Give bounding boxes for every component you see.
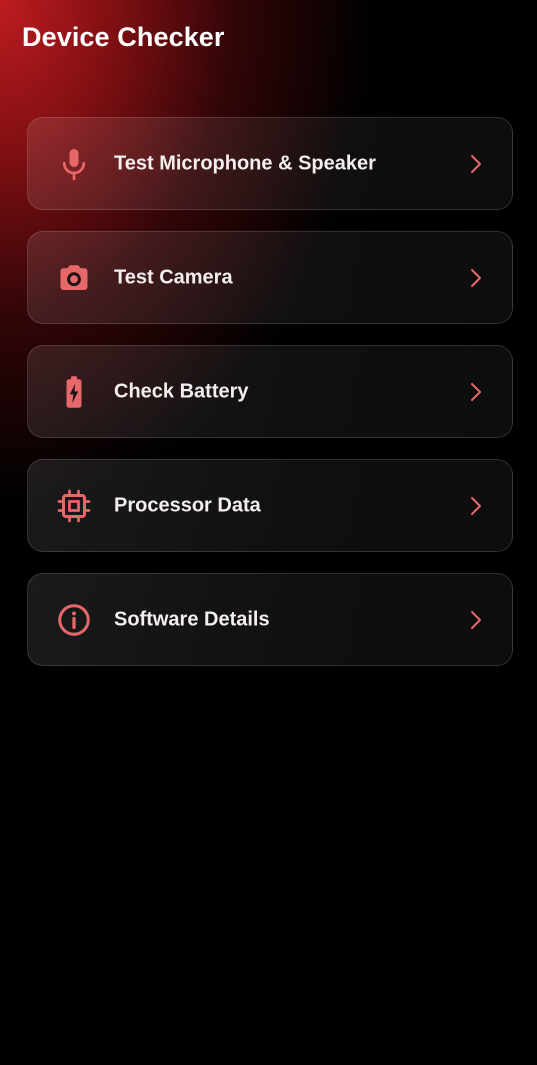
menu-item-label: Processor Data — [114, 494, 261, 516]
menu-item-label: Test Camera — [114, 266, 233, 288]
chevron-right-icon — [468, 381, 484, 403]
menu-item-check-battery[interactable]: Check Battery — [27, 345, 513, 438]
menu-item-test-microphone-speaker[interactable]: Test Microphone & Speaker — [27, 117, 513, 210]
camera-icon — [56, 260, 92, 296]
menu-item-label: Check Battery — [114, 380, 249, 402]
info-icon — [56, 602, 92, 638]
menu-item-processor-data[interactable]: Processor Data — [27, 459, 513, 552]
chevron-right-icon — [468, 609, 484, 631]
menu-item-label: Software Details — [114, 608, 270, 630]
processor-icon — [56, 488, 92, 524]
battery-icon — [56, 374, 92, 410]
chevron-right-icon — [468, 153, 484, 175]
chevron-right-icon — [468, 267, 484, 289]
microphone-icon — [56, 146, 92, 182]
chevron-right-icon — [468, 495, 484, 517]
menu-item-software-details[interactable]: Software Details — [27, 573, 513, 666]
menu-item-test-camera[interactable]: Test Camera — [27, 231, 513, 324]
app-title: Device Checker — [22, 22, 225, 52]
menu-list: Test Microphone & Speaker Test Camera Ch… — [27, 117, 513, 666]
menu-item-label: Test Microphone & Speaker — [114, 152, 376, 174]
